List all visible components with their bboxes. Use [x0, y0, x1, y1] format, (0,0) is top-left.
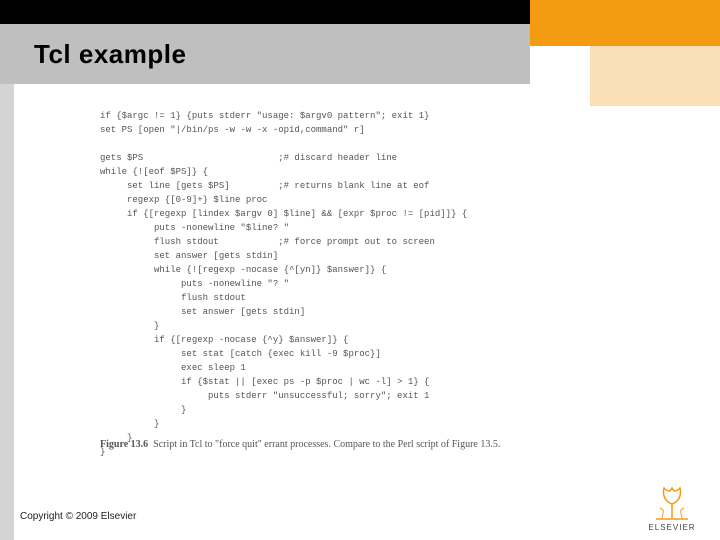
accent-orange-tab	[590, 46, 720, 106]
code-listing: if {$argc != 1} {puts stderr "usage: $ar…	[100, 109, 660, 459]
left-side-strip	[0, 84, 14, 540]
publisher-name: ELSEVIER	[642, 523, 702, 532]
copyright-footer: Copyright © 2009 Elsevier	[20, 511, 136, 522]
figure-caption: Figure 13.6 Script in Tcl to "force quit…	[100, 438, 650, 452]
figure-caption-text: Script in Tcl to "force quit" errant pro…	[153, 439, 500, 450]
accent-orange-box	[530, 0, 720, 46]
tree-icon	[652, 482, 692, 522]
figure-number: Figure 13.6	[100, 439, 148, 450]
slide-title: Tcl example	[34, 39, 186, 70]
publisher-logo: ELSEVIER	[642, 482, 702, 532]
title-bar: Tcl example	[0, 24, 530, 84]
